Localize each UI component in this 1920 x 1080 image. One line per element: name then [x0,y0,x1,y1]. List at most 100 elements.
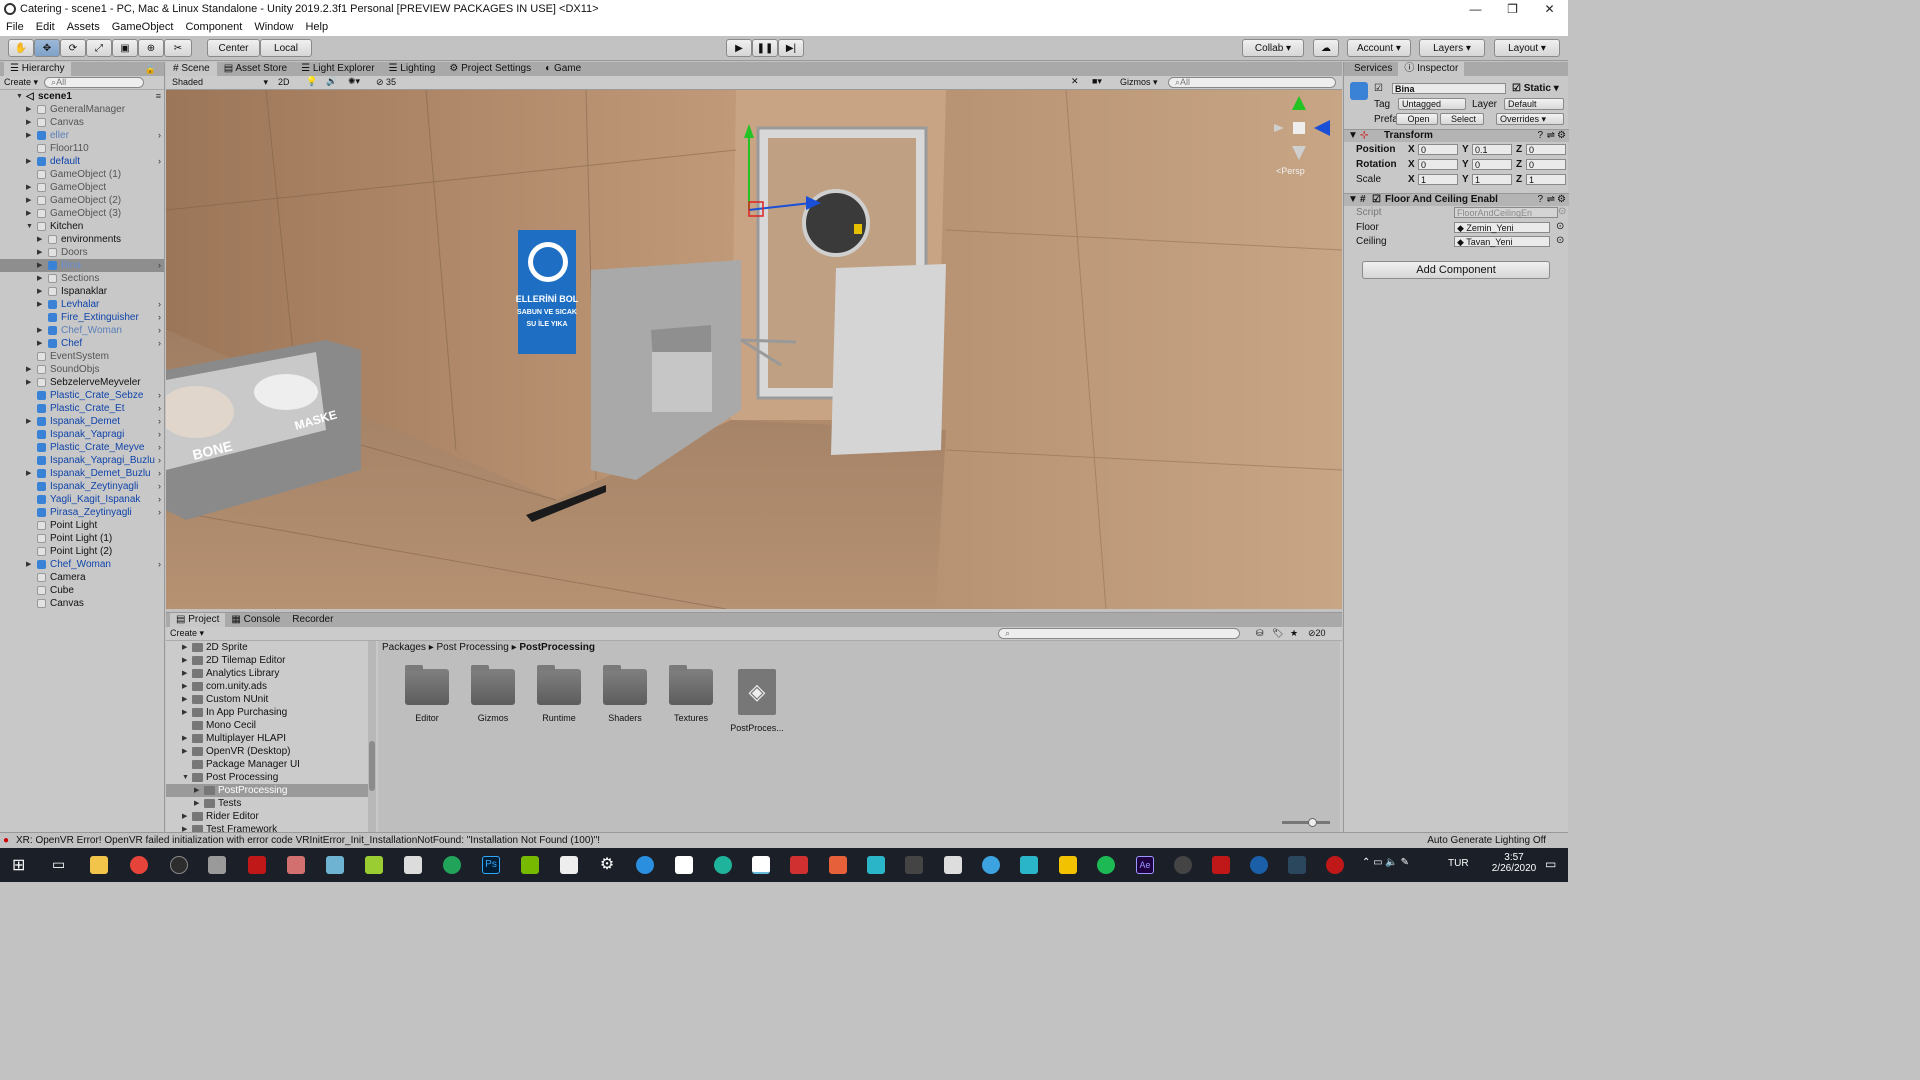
hierarchy-item[interactable]: ▶ Chef_Woman › [0,558,164,571]
hierarchy-item[interactable]: ▶ environments [0,233,164,246]
expand-arrow-icon[interactable]: ▶ [26,103,34,116]
object-picker-icon[interactable]: ⊙ [1556,235,1564,246]
app-icon[interactable] [905,856,923,874]
scale-tool-icon[interactable]: ⤢ [86,39,112,57]
asset-item[interactable]: ◈ PostProces... [724,669,790,733]
expand-arrow-icon[interactable]: ▶ [37,298,45,311]
settings-gear-icon[interactable]: ⚙ [1557,130,1566,141]
prefab-open-arrow-icon[interactable]: › [158,493,161,506]
layer-dropdown[interactable]: Default [1504,98,1564,110]
audio-toggle-icon[interactable]: 🔊 [326,76,337,87]
hierarchy-item[interactable]: ▶ SebzelerveMeyveler [0,376,164,389]
help-icon[interactable]: ? [1537,130,1543,141]
expand-arrow-icon[interactable]: ▼ [26,220,34,233]
windows-start-icon[interactable]: ⊞ [12,855,25,875]
app-icon[interactable] [1174,856,1192,874]
custom-tool-icon[interactable]: ✂ [164,39,192,57]
expand-arrow-icon[interactable]: ▶ [182,706,187,719]
breadcrumb-post-processing[interactable]: Post Processing [437,642,509,653]
prefab-open-arrow-icon[interactable]: › [158,506,161,519]
project-folder-item[interactable]: ▶ com.unity.ads [166,680,368,693]
position-x-field[interactable]: 0 [1418,144,1458,155]
prefab-open-arrow-icon[interactable]: › [158,129,161,142]
photoshop-icon[interactable]: Ps [482,856,500,874]
system-tray-icons[interactable]: ⌃ ▭ 🔈 ✎ [1362,857,1409,868]
expand-arrow-icon[interactable]: ▶ [182,745,187,758]
prefab-open-arrow-icon[interactable]: › [158,402,161,415]
expand-arrow-icon[interactable]: ▶ [37,272,45,285]
rect-tool-icon[interactable]: ▣ [112,39,138,57]
tab-console[interactable]: ▦ Console [225,613,286,627]
effects-toggle-icon[interactable]: ✺▾ [348,76,360,87]
expand-arrow-icon[interactable]: ▶ [26,376,34,389]
prefab-open-arrow-icon[interactable]: › [158,454,161,467]
hierarchy-item[interactable]: Floor110 [0,142,164,155]
lighting-toggle-icon[interactable]: 💡 [306,76,317,87]
prefab-open-button[interactable]: Open [1396,113,1438,125]
pivot-center-button[interactable]: Center [207,39,260,57]
prefab-open-arrow-icon[interactable]: › [158,337,161,350]
hierarchy-item[interactable]: ▼ Kitchen [0,220,164,233]
position-y-field[interactable]: 0.1 [1472,144,1512,155]
task-view-icon[interactable]: ▭ [52,856,65,873]
app-icon[interactable] [867,856,885,874]
menu-help[interactable]: Help [299,21,334,33]
project-folder-item[interactable]: ▶ 2D Sprite [166,641,368,654]
component-header[interactable]: ▼ # ☑ Floor And Ceiling Enabl ? ⇌ ⚙ [1344,193,1569,206]
tab-lighting[interactable]: ☰ Lighting [382,62,443,76]
position-z-field[interactable]: 0 [1526,144,1566,155]
expand-arrow-icon[interactable]: ▶ [26,415,34,428]
asset-item[interactable]: Textures [658,665,724,723]
gizmos-dropdown[interactable]: Gizmos ▾ [1120,77,1158,88]
app-icon[interactable] [829,856,847,874]
tab-asset-store[interactable]: ▤ Asset Store [217,62,294,76]
hierarchy-item[interactable]: ▶ GameObject (3) [0,207,164,220]
hierarchy-item[interactable]: ▶ GameObject (2) [0,194,164,207]
chrome-icon[interactable] [130,856,148,874]
project-folder-item[interactable]: ▶ PostProcessing [166,784,368,797]
app-icon[interactable] [248,856,266,874]
expand-arrow-icon[interactable]: ▶ [26,558,34,571]
expand-arrow-icon[interactable]: ▶ [26,181,34,194]
add-component-button[interactable]: Add Component [1362,261,1550,279]
tab-light-explorer[interactable]: ☰ Light Explorer [294,62,381,76]
app-icon[interactable] [1059,856,1077,874]
hierarchy-item[interactable]: ▶ default › [0,155,164,168]
hierarchy-item[interactable]: GameObject (1) [0,168,164,181]
tag-dropdown[interactable]: Untagged [1398,98,1466,110]
tab-scene[interactable]: # Scene [166,62,217,76]
asset-item[interactable]: Editor [394,665,460,723]
scale-y-field[interactable]: 1 [1472,174,1512,185]
prefab-overrides-dropdown[interactable]: Overrides ▾ [1496,113,1564,125]
hierarchy-item[interactable]: ▶ Levhalar › [0,298,164,311]
hierarchy-item[interactable]: ▶ Chef_Woman › [0,324,164,337]
notification-icon[interactable]: ▭ [1545,857,1556,871]
prefab-open-arrow-icon[interactable]: › [158,441,161,454]
project-folder-item[interactable]: ▶ Multiplayer HLAPI [166,732,368,745]
scale-z-field[interactable]: 1 [1526,174,1566,185]
floor-field[interactable]: ◆ Zemin_Yeni [1454,222,1550,233]
breadcrumb-current[interactable]: PostProcessing [519,642,595,653]
rotation-x-field[interactable]: 0 [1418,159,1458,170]
hierarchy-item[interactable]: ▶ Ispanak_Demet_Buzlu › [0,467,164,480]
expand-arrow-icon[interactable]: ▶ [37,246,45,259]
project-folder-item[interactable]: ▶ Custom NUnit [166,693,368,706]
menu-component[interactable]: Component [179,21,248,33]
prefab-open-arrow-icon[interactable]: › [158,155,161,168]
expand-arrow-icon[interactable]: ▶ [182,667,187,680]
menu-file[interactable]: File [0,21,30,33]
hierarchy-item[interactable]: Ispanak_Yapragi › [0,428,164,441]
expand-arrow-icon[interactable]: ▶ [194,797,199,810]
layout-dropdown[interactable]: Layout ▾ [1494,39,1560,57]
prefab-open-arrow-icon[interactable]: › [158,480,161,493]
lock-icon[interactable]: 🔒 [145,64,156,75]
hierarchy-item[interactable]: Camera [0,571,164,584]
maximize-button[interactable]: ❐ [1494,0,1531,18]
play-button[interactable]: ▶ [726,39,752,57]
hierarchy-item[interactable]: Point Light [0,519,164,532]
cloud-button[interactable]: ☁ [1313,39,1339,57]
shading-mode-dropdown[interactable]: Shaded ▾ [172,77,268,87]
expand-arrow-icon[interactable]: ▶ [182,654,187,667]
prefab-open-arrow-icon[interactable]: › [158,558,161,571]
prefab-open-arrow-icon[interactable]: › [158,428,161,441]
